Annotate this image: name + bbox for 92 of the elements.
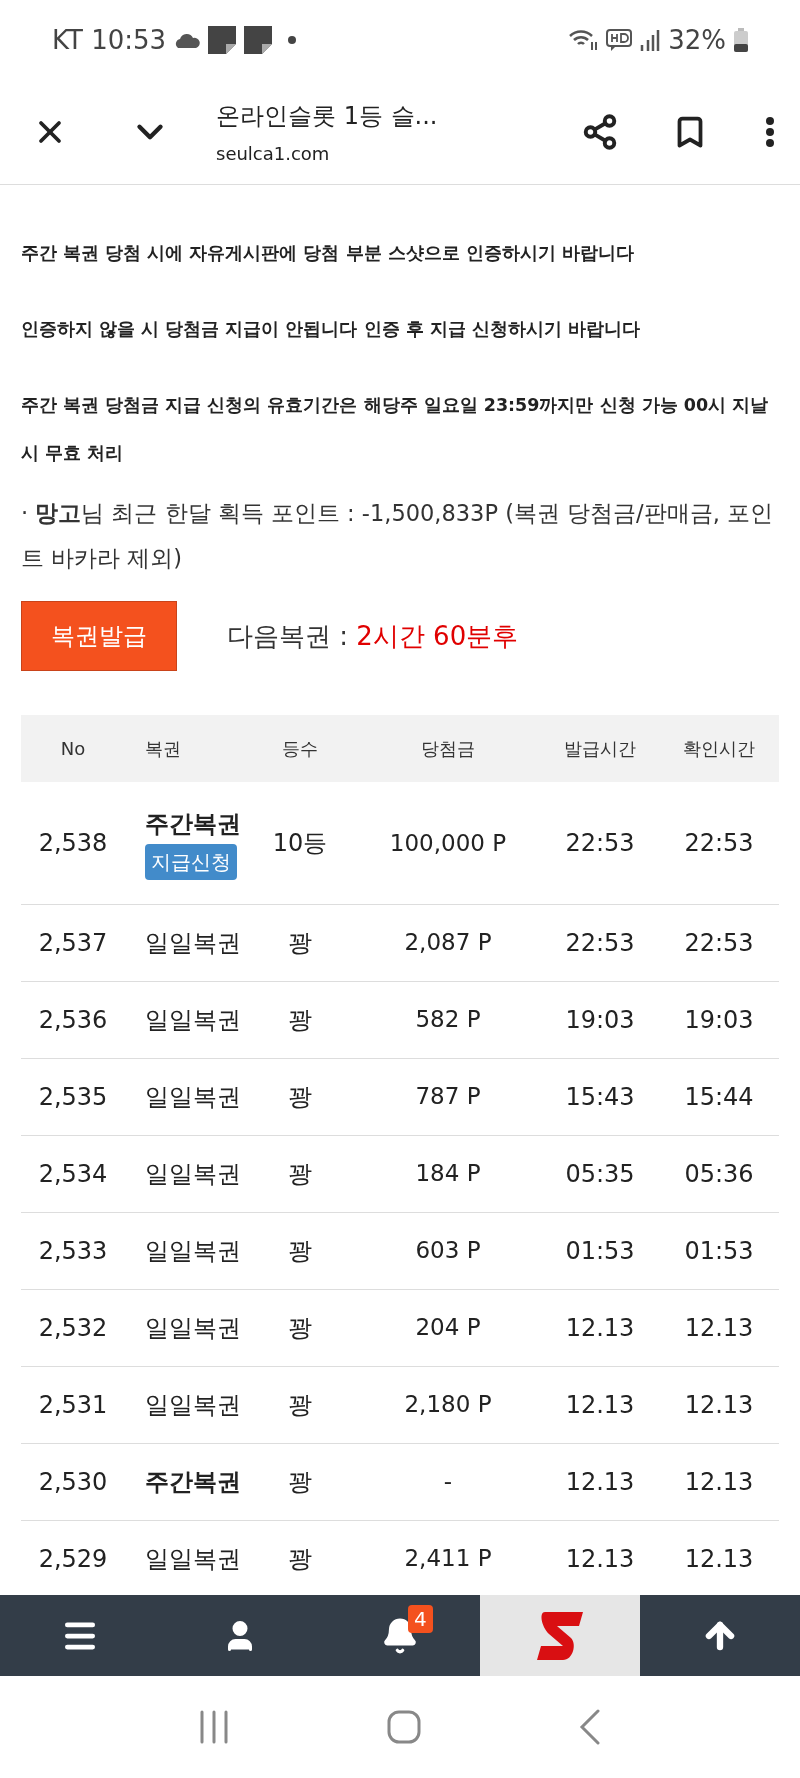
battery-icon xyxy=(734,28,748,52)
notice-text: 주간 복권 당첨 시에 자유게시판에 당첨 부분 스샷으로 인증하시기 바랍니다 xyxy=(21,242,635,265)
table-cell: 꽝 xyxy=(245,981,355,1058)
claim-button[interactable]: 지급신청 xyxy=(145,843,237,880)
table-cell: 2,087 P xyxy=(355,904,541,981)
table-cell: 2,535 xyxy=(21,1058,125,1135)
table-cell: 꽝 xyxy=(245,904,355,981)
table-cell: 2,531 xyxy=(21,1366,125,1443)
lottery-name: 일일복권 xyxy=(145,1312,241,1344)
table-cell: 22:53 xyxy=(659,782,779,904)
table-cell: 12.13 xyxy=(659,1520,779,1595)
next-ticket-time: 2시간 60분후 xyxy=(356,619,519,653)
table-cell: 204 P xyxy=(355,1289,541,1366)
table-cell: 2,532 xyxy=(21,1289,125,1366)
lottery-name: 주간복권 xyxy=(145,1466,241,1498)
table-cell: 2,534 xyxy=(21,1135,125,1212)
table-cell: 꽝 xyxy=(245,1366,355,1443)
table-cell: 12.13 xyxy=(541,1520,659,1595)
table-cell: 15:43 xyxy=(541,1058,659,1135)
lottery-name: 일일복권 xyxy=(145,1235,241,1267)
table-cell: 2,180 P xyxy=(355,1366,541,1443)
dot-icon xyxy=(288,36,297,44)
more-icon xyxy=(765,116,775,148)
hd-voice-icon xyxy=(606,29,633,51)
table-cell: 22:53 xyxy=(541,782,659,904)
table-cell: 603 P xyxy=(355,1212,541,1289)
status-time: KT 10:53 xyxy=(52,23,167,57)
table-cell: 10등 xyxy=(245,782,355,904)
table-cell: 2,537 xyxy=(21,904,125,981)
page-title: 온라인슬롯 1등 슬... xyxy=(216,100,439,132)
table-cell: 꽝 xyxy=(245,1135,355,1212)
table-cell: - xyxy=(355,1443,541,1520)
table-cell: 05:36 xyxy=(659,1135,779,1212)
table-cell: 꽝 xyxy=(245,1212,355,1289)
notification-icon xyxy=(244,26,273,54)
lottery-name: 일일복권 xyxy=(145,1158,241,1190)
table-cell: 2,538 xyxy=(21,782,125,904)
points-summary: · 망고님 최근 한달 획득 포인트 : -1,500,833P (복권 당첨금/판매금, 포인트 바카라 제외) xyxy=(21,499,774,573)
lottery-name: 일일복권 xyxy=(145,1081,241,1113)
table-cell: 꽝 xyxy=(245,1520,355,1595)
signal-icon xyxy=(640,29,661,51)
share-icon xyxy=(581,113,619,151)
page-url: seulca1.com xyxy=(216,141,331,166)
column-header: 당첨금 xyxy=(355,715,541,782)
table-cell: 19:03 xyxy=(541,981,659,1058)
lottery-name: 일일복권 xyxy=(145,1004,241,1036)
lottery-name: 일일복권 xyxy=(145,1543,241,1575)
table-cell: 12.13 xyxy=(541,1289,659,1366)
cloud-icon xyxy=(174,32,201,48)
notice-text: 주간 복권 당첨금 지급 신청의 유효기간은 해당주 일요일 23:59까지만 신청 가능 00시 지날 시 무효 처리 xyxy=(21,394,770,465)
column-header: No xyxy=(21,715,125,782)
table-cell: 꽝 xyxy=(245,1058,355,1135)
table-cell: 582 P xyxy=(355,981,541,1058)
next-ticket-label: 다음복권 : xyxy=(227,619,350,653)
table-cell: 184 P xyxy=(355,1135,541,1212)
notification-icon xyxy=(208,26,237,54)
table-cell: 12.13 xyxy=(659,1366,779,1443)
lottery-name: 주간복권 xyxy=(145,808,241,840)
table-cell: 100,000 P xyxy=(355,782,541,904)
table-cell: 12.13 xyxy=(541,1443,659,1520)
table-cell: 22:53 xyxy=(659,904,779,981)
battery-percent: 32% xyxy=(668,23,726,57)
lottery-name: 일일복권 xyxy=(145,1389,241,1421)
issue-ticket-button[interactable]: 복권발급 xyxy=(21,601,177,671)
home-icon[interactable] xyxy=(387,1710,421,1744)
column-header: 발급시간 xyxy=(541,715,659,782)
table-cell: 19:03 xyxy=(659,981,779,1058)
column-header: 등수 xyxy=(245,715,355,782)
table-cell: 꽝 xyxy=(245,1443,355,1520)
back-icon[interactable] xyxy=(579,1709,601,1745)
table-cell: 22:53 xyxy=(541,904,659,981)
table-cell: 2,533 xyxy=(21,1212,125,1289)
table-cell: 787 P xyxy=(355,1058,541,1135)
lottery-name: 일일복권 xyxy=(145,927,241,959)
table-cell: 12.13 xyxy=(659,1289,779,1366)
table-cell: 12.13 xyxy=(659,1443,779,1520)
recent-apps-icon[interactable] xyxy=(199,1710,229,1744)
table-cell: 2,529 xyxy=(21,1520,125,1595)
table-cell: 05:35 xyxy=(541,1135,659,1212)
notice-text: 인증하지 않을 시 당첨금 지급이 안됩니다 인증 후 지급 신청하시기 바랍니다 xyxy=(21,318,641,341)
column-header: 확인시간 xyxy=(659,715,779,782)
notification-badge: 4 xyxy=(408,1605,433,1633)
table-cell: 2,530 xyxy=(21,1443,125,1520)
table-cell: 2,411 P xyxy=(355,1520,541,1595)
table-cell: 15:44 xyxy=(659,1058,779,1135)
table-cell: 01:53 xyxy=(659,1212,779,1289)
column-header: 복권 xyxy=(125,715,245,782)
table-cell: 2,536 xyxy=(21,981,125,1058)
table-cell: 꽝 xyxy=(245,1289,355,1366)
table-cell: 12.13 xyxy=(541,1366,659,1443)
table-cell: 01:53 xyxy=(541,1212,659,1289)
wifi-icon xyxy=(568,28,599,52)
